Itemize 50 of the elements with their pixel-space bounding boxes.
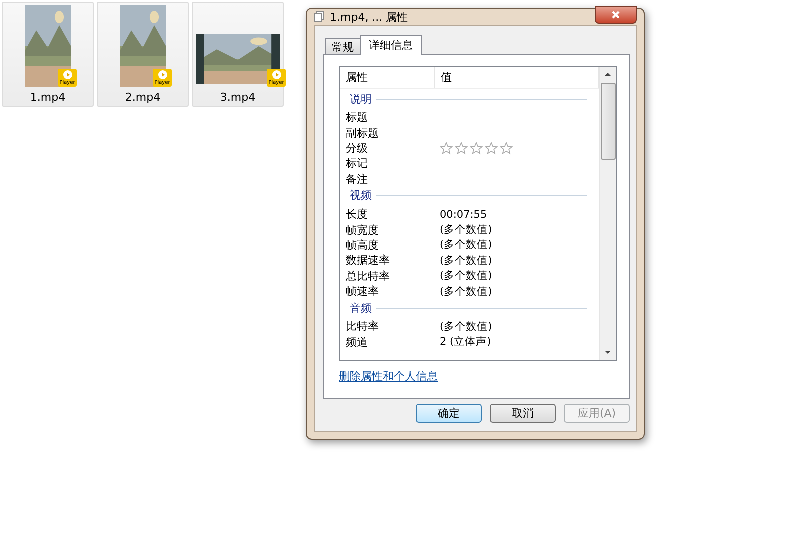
- star-icon: [485, 142, 498, 155]
- property-name: 帧速率: [346, 284, 380, 300]
- property-name: 标记: [346, 156, 369, 172]
- scrollbar[interactable]: [599, 67, 616, 360]
- property-name: 数据速率: [346, 253, 391, 268]
- star-icon: [455, 142, 468, 155]
- close-icon: [611, 10, 621, 20]
- property-value: (多个数值): [440, 269, 492, 284]
- group-heading: 音频: [350, 300, 372, 316]
- property-value: (多个数值): [440, 254, 492, 268]
- property-name: 副标题: [346, 126, 380, 141]
- tab[interactable]: 详细信息: [360, 35, 422, 55]
- file-name: 3.mp4: [220, 91, 256, 104]
- property-name: 分级: [346, 140, 369, 156]
- property-value: (多个数值): [440, 320, 492, 334]
- star-icon: [440, 142, 453, 155]
- file-name: 1.mp4: [30, 91, 66, 104]
- scroll-thumb[interactable]: [600, 83, 616, 160]
- window-title: 1.mp4, ... 属性: [330, 10, 410, 24]
- group-heading: 视频: [350, 188, 372, 204]
- property-name: 频道: [346, 334, 369, 350]
- property-value: 2 (立体声): [440, 335, 492, 350]
- star-icon: [470, 142, 483, 155]
- close-button[interactable]: [595, 6, 637, 24]
- property-value: (多个数值): [440, 238, 492, 252]
- scroll-down-icon: [604, 348, 612, 356]
- dialog-button[interactable]: 取消: [490, 404, 556, 423]
- property-value: (多个数值): [440, 223, 492, 238]
- property-name: 长度: [346, 207, 369, 222]
- star-rating[interactable]: [440, 142, 513, 155]
- group-heading: 说明: [350, 92, 372, 106]
- dialog-button[interactable]: 确定: [416, 404, 482, 423]
- property-name: 帧宽度: [346, 222, 380, 238]
- property-name: 比特率: [346, 319, 380, 334]
- property-name: 总比特率: [346, 268, 391, 284]
- scroll-up-icon: [604, 71, 612, 79]
- star-icon: [500, 142, 513, 155]
- property-name: 标题: [346, 110, 369, 126]
- property-value: 00:07:55: [440, 208, 488, 221]
- column-header[interactable]: 属性: [340, 67, 435, 88]
- play-icon: [158, 70, 168, 80]
- documents-icon: [314, 11, 326, 23]
- tab[interactable]: 常规: [325, 38, 361, 55]
- property-name: 帧高度: [346, 238, 380, 253]
- play-icon: [62, 70, 72, 80]
- play-icon: [272, 70, 282, 80]
- file-name: 2.mp4: [125, 91, 161, 104]
- property-name: 备注: [346, 172, 369, 187]
- property-value: (多个数值): [440, 284, 492, 299]
- remove-properties-link[interactable]: 删除属性和个人信息: [339, 369, 438, 384]
